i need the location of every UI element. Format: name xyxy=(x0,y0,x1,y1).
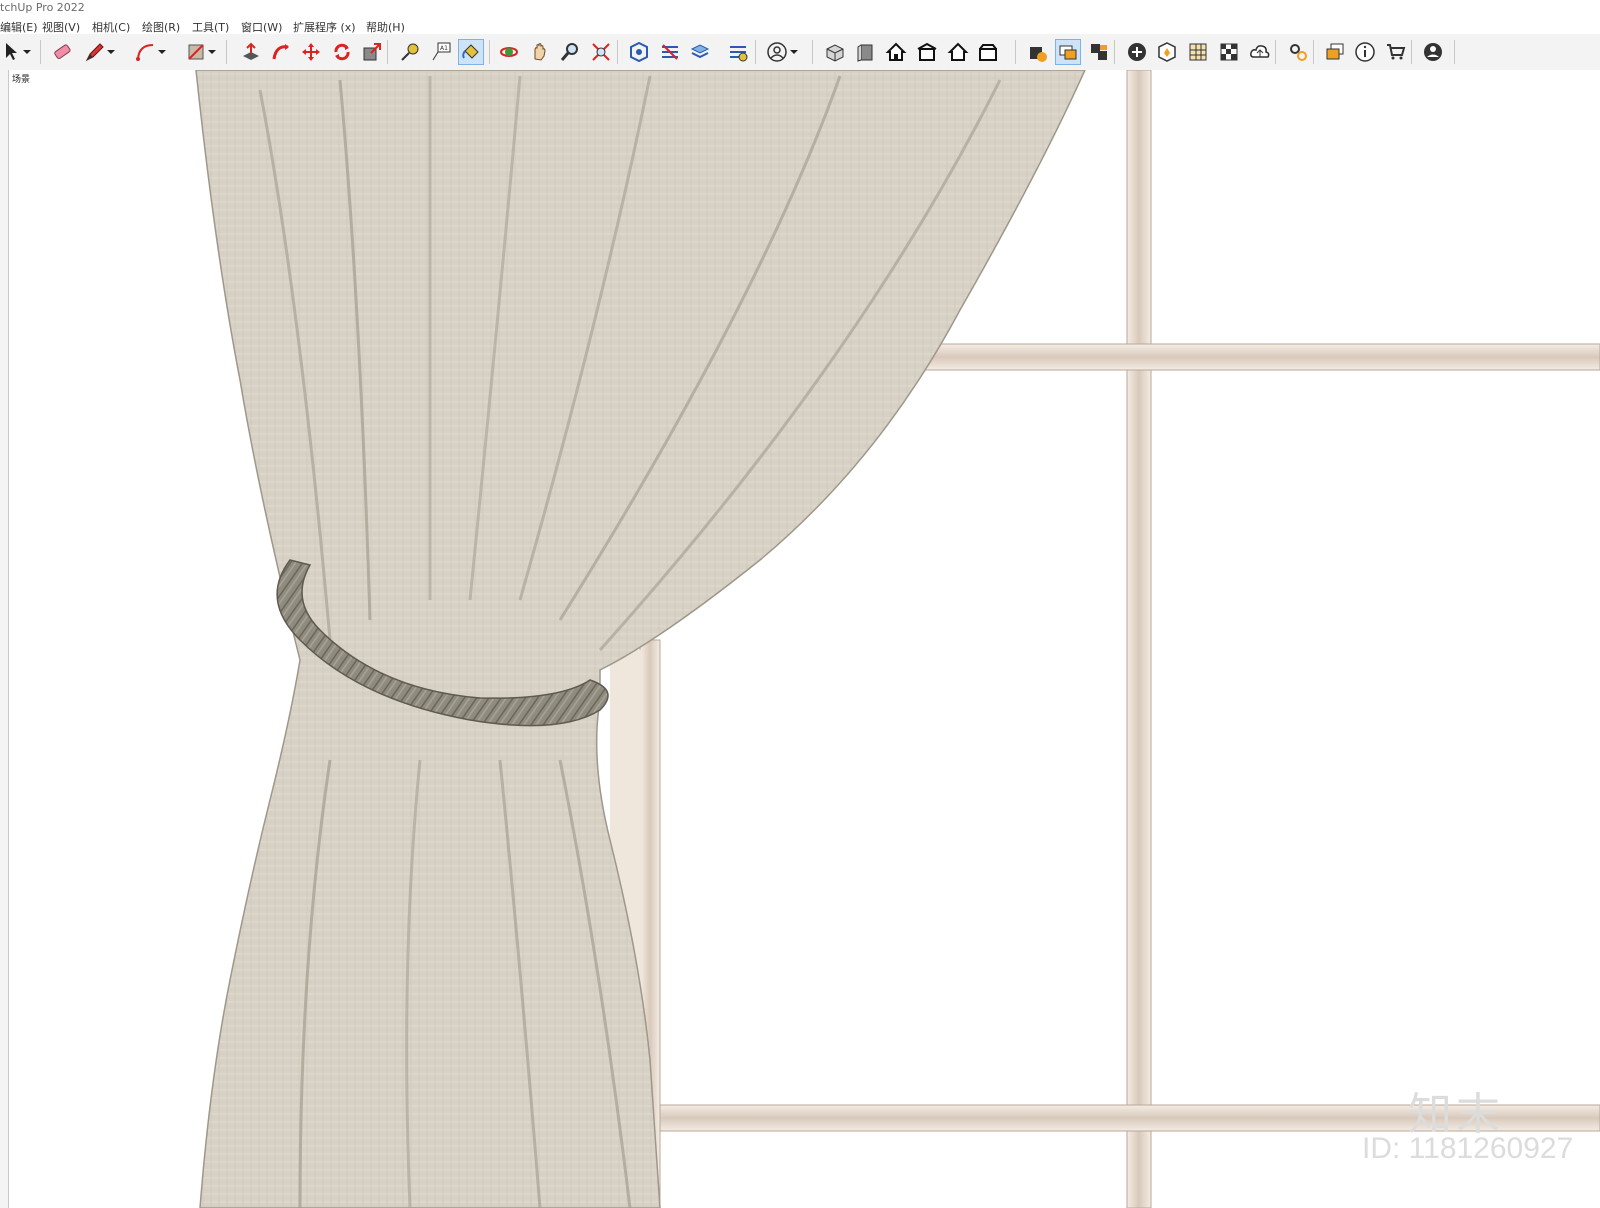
toolbar-divider xyxy=(617,40,618,64)
info-icon[interactable] xyxy=(1352,39,1378,65)
toolbar-divider xyxy=(1411,40,1412,64)
pan-icon[interactable] xyxy=(527,39,553,65)
iso-view-icon[interactable] xyxy=(822,39,848,65)
text-icon[interactable]: A1 xyxy=(428,39,454,65)
toolbar-divider xyxy=(387,40,388,64)
menu-window[interactable]: 窗口(W) xyxy=(241,19,282,35)
menu-draw[interactable]: 绘图(R) xyxy=(142,19,180,35)
layout-icon[interactable] xyxy=(687,39,713,65)
account-icon[interactable] xyxy=(1420,39,1446,65)
toolbar-divider xyxy=(40,40,41,64)
title-bar: tchUp Pro 2022 xyxy=(0,0,1600,16)
arc-dropdown-icon[interactable] xyxy=(155,39,169,65)
push-pull-icon[interactable] xyxy=(238,39,264,65)
back-view-icon[interactable] xyxy=(945,39,971,65)
warehouse-icon[interactable] xyxy=(626,39,652,65)
rotate-icon[interactable] xyxy=(329,39,355,65)
toolbar-divider xyxy=(1114,40,1115,64)
menu-edit[interactable]: 编辑(E) xyxy=(0,19,38,35)
select-dropdown-icon[interactable] xyxy=(20,39,34,65)
zoom-extents-icon[interactable] xyxy=(588,39,614,65)
front-view-icon[interactable] xyxy=(853,39,879,65)
cloud-icon[interactable] xyxy=(1247,39,1273,65)
move-icon[interactable] xyxy=(298,39,324,65)
eraser-icon[interactable] xyxy=(49,39,75,65)
section-cut-icon[interactable] xyxy=(1086,39,1112,65)
toolbar-divider xyxy=(226,40,227,64)
follow-me-icon[interactable] xyxy=(268,39,294,65)
window-transom-upper xyxy=(919,343,1600,371)
rectangle-dropdown-icon[interactable] xyxy=(205,39,219,65)
scene-tab[interactable]: 场景 xyxy=(12,72,30,85)
paint-bucket-icon[interactable] xyxy=(458,39,484,65)
user-dropdown-icon[interactable] xyxy=(787,39,801,65)
add-location-icon[interactable] xyxy=(1124,39,1150,65)
window-mullion-vertical xyxy=(1126,70,1152,1208)
window-title: tchUp Pro 2022 xyxy=(0,1,85,14)
zoom-icon[interactable] xyxy=(557,39,583,65)
main-toolbar: A1 xyxy=(0,34,1600,71)
watermark-id: ID: 1181260927 xyxy=(1362,1132,1574,1165)
materials-icon[interactable] xyxy=(1185,39,1211,65)
scale-icon[interactable] xyxy=(359,39,385,65)
toolbar-divider xyxy=(1275,40,1276,64)
top-view-icon[interactable] xyxy=(883,39,909,65)
menu-tools[interactable]: 工具(T) xyxy=(192,19,229,35)
left-edge-panel xyxy=(0,70,9,1208)
menu-view[interactable]: 视图(V) xyxy=(42,19,80,35)
toolbar-divider xyxy=(755,40,756,64)
svg-text:A1: A1 xyxy=(440,45,448,52)
right-view-icon[interactable] xyxy=(914,39,940,65)
toolbar-divider xyxy=(489,40,490,64)
section-display-icon[interactable] xyxy=(1055,39,1081,65)
tape-measure-icon[interactable] xyxy=(397,39,423,65)
left-view-icon[interactable] xyxy=(975,39,1001,65)
scene-canvas xyxy=(195,70,1600,1208)
menu-extensions[interactable]: 扩展程序 (x) xyxy=(293,19,356,35)
sandbox-icon[interactable] xyxy=(1154,39,1180,65)
menu-camera[interactable]: 相机(C) xyxy=(92,19,130,35)
toolbar-divider xyxy=(1454,40,1455,64)
toolbar-divider xyxy=(1313,40,1314,64)
toolbar-divider xyxy=(1015,40,1016,64)
shadow-icon[interactable] xyxy=(1216,39,1242,65)
menu-bar: 编辑(E) 视图(V) 相机(C) 绘图(R) 工具(T) 窗口(W) 扩展程序… xyxy=(0,16,1600,34)
settings-icon[interactable] xyxy=(1285,39,1311,65)
pencil-dropdown-icon[interactable] xyxy=(104,39,118,65)
3d-viewport[interactable] xyxy=(9,70,1600,1208)
section-plane-icon[interactable] xyxy=(1024,39,1050,65)
components-icon[interactable] xyxy=(1322,39,1348,65)
toolbar-divider xyxy=(812,40,813,64)
cart-icon[interactable] xyxy=(1383,39,1409,65)
extension-warehouse-icon[interactable] xyxy=(657,39,683,65)
styles-icon[interactable] xyxy=(725,39,751,65)
menu-help[interactable]: 帮助(H) xyxy=(366,19,405,35)
orbit-icon[interactable] xyxy=(496,39,522,65)
